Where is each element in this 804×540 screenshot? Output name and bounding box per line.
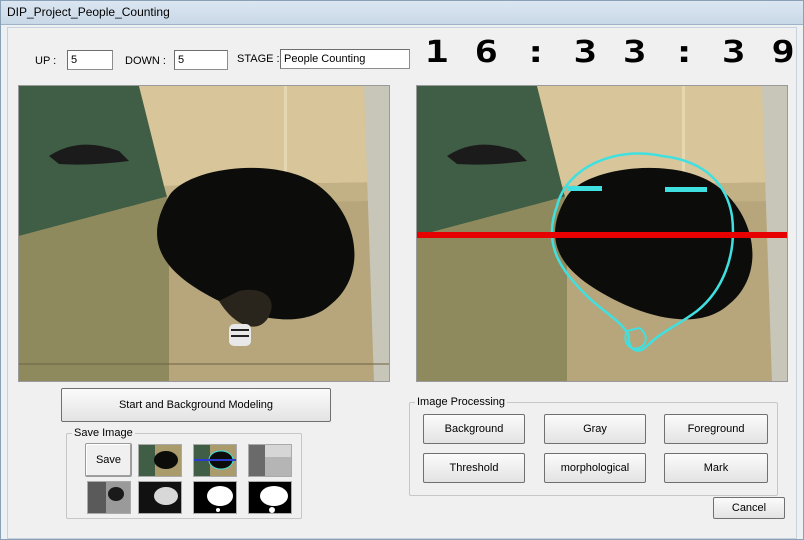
thumbnail-threshold[interactable] xyxy=(193,481,237,514)
save-image-group-title: Save Image xyxy=(72,427,135,439)
threshold-button[interactable]: Threshold xyxy=(423,453,525,483)
thumbnail-original[interactable] xyxy=(138,444,182,477)
camera-view-original xyxy=(18,85,390,382)
thumbnail-foreground[interactable] xyxy=(138,481,182,514)
cancel-button[interactable]: Cancel xyxy=(713,497,785,519)
gray-button[interactable]: Gray xyxy=(544,414,646,444)
window-title: DIP_Project_People_Counting xyxy=(7,5,170,19)
up-count-field[interactable]: 5 xyxy=(67,50,113,70)
background-button[interactable]: Background xyxy=(423,414,525,444)
thumbnail-marked[interactable] xyxy=(193,444,237,477)
up-label: UP : xyxy=(35,55,57,67)
mark-button[interactable]: Mark xyxy=(664,453,768,483)
morphological-button[interactable]: morphological xyxy=(544,453,646,483)
thumbnail-background[interactable] xyxy=(87,481,131,514)
stage-field[interactable]: People Counting xyxy=(280,49,410,69)
start-background-modeling-button[interactable]: Start and Background Modeling xyxy=(61,388,331,422)
thumbnail-gray[interactable] xyxy=(248,444,292,477)
thumbnail-morphological[interactable] xyxy=(248,481,292,514)
stage-label: STAGE : xyxy=(237,53,280,65)
original-frame-image xyxy=(19,86,389,381)
processed-frame-image xyxy=(417,86,787,381)
foreground-button[interactable]: Foreground xyxy=(664,414,768,444)
image-processing-group-title: Image Processing xyxy=(415,396,508,408)
camera-view-processed xyxy=(416,85,788,382)
down-label: DOWN : xyxy=(125,55,166,67)
save-button[interactable]: Save xyxy=(85,443,132,477)
down-count-field[interactable]: 5 xyxy=(174,50,228,70)
title-bar: DIP_Project_People_Counting xyxy=(1,1,803,25)
clock-display: 16:33:39 xyxy=(425,35,804,70)
app-window: DIP_Project_People_Counting UP : 5 DOWN … xyxy=(0,0,804,540)
